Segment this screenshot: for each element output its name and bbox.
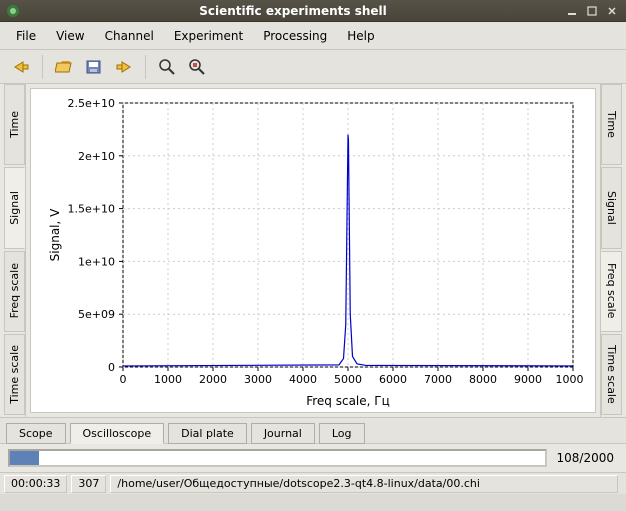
menubar: File View Channel Experiment Processing … [0, 22, 626, 50]
svg-text:1e+10: 1e+10 [78, 255, 115, 268]
bottom-tabs: Scope Oscilloscope Dial plate Journal Lo… [0, 418, 626, 444]
minimize-button[interactable] [564, 3, 580, 19]
statusbar: 00:00:33 307 /home/user/Общедоступные/do… [0, 472, 626, 494]
svg-text:0: 0 [120, 373, 127, 386]
svg-text:8000: 8000 [469, 373, 497, 386]
svg-text:2000: 2000 [199, 373, 227, 386]
status-time: 00:00:33 [4, 475, 67, 493]
svg-text:9000: 9000 [514, 373, 542, 386]
toolbar-separator [145, 55, 146, 79]
toolbar-separator [42, 55, 43, 79]
menu-experiment[interactable]: Experiment [164, 25, 253, 47]
tab-scope[interactable]: Scope [6, 423, 66, 444]
menu-help[interactable]: Help [337, 25, 384, 47]
left-tab-time-scale[interactable]: Time scale [4, 334, 25, 415]
tab-oscilloscope[interactable]: Oscilloscope [70, 423, 165, 444]
back-button[interactable] [6, 53, 36, 81]
svg-text:1000: 1000 [154, 373, 182, 386]
menu-channel[interactable]: Channel [95, 25, 164, 47]
svg-text:6000: 6000 [379, 373, 407, 386]
progress-bar[interactable] [8, 449, 547, 467]
save-button[interactable] [79, 53, 109, 81]
toolbar [0, 50, 626, 84]
left-tab-signal[interactable]: Signal [4, 167, 25, 248]
svg-text:7000: 7000 [424, 373, 452, 386]
plot-area[interactable]: 0 1000 2000 3000 4000 5000 6000 7000 8000 9000 100… [30, 88, 596, 413]
menu-file[interactable]: File [6, 25, 46, 47]
left-side-tabs: Time Signal Freq scale Time scale [4, 84, 26, 417]
right-tab-freq-scale[interactable]: Freq scale [601, 251, 622, 332]
svg-text:2e+10: 2e+10 [78, 149, 115, 162]
svg-text:2.5e+10: 2.5e+10 [68, 97, 115, 110]
svg-text:10000: 10000 [556, 373, 584, 386]
signal-chart: 0 1000 2000 3000 4000 5000 6000 7000 8000 9000 100… [43, 91, 583, 411]
window-title: Scientific experiments shell [26, 4, 560, 18]
svg-text:5000: 5000 [334, 373, 362, 386]
close-button[interactable] [604, 3, 620, 19]
tab-dial-plate[interactable]: Dial plate [168, 423, 247, 444]
workspace: Time Signal Freq scale Time scale 0 1000 2… [0, 84, 626, 418]
svg-text:1.5e+10: 1.5e+10 [68, 202, 115, 215]
svg-text:Freq scale, Гц: Freq scale, Гц [306, 394, 390, 408]
forward-button[interactable] [109, 53, 139, 81]
status-frame: 307 [71, 475, 106, 493]
tab-journal[interactable]: Journal [251, 423, 315, 444]
right-tab-time[interactable]: Time [601, 84, 622, 165]
window-titlebar: Scientific experiments shell [0, 0, 626, 22]
progress-row: 108/2000 [0, 444, 626, 472]
status-path: /home/user/Общедоступные/dotscope2.3-qt4… [110, 475, 618, 493]
left-tab-time[interactable]: Time [4, 84, 25, 165]
left-tab-freq-scale[interactable]: Freq scale [4, 251, 25, 332]
progress-label: 108/2000 [553, 451, 619, 465]
svg-text:4000: 4000 [289, 373, 317, 386]
right-tab-time-scale[interactable]: Time scale [601, 334, 622, 415]
svg-text:Signal, V: Signal, V [48, 207, 62, 260]
menu-processing[interactable]: Processing [253, 25, 337, 47]
app-icon [6, 4, 20, 18]
progress-fill [10, 451, 39, 465]
right-tab-signal[interactable]: Signal [601, 167, 622, 248]
menu-view[interactable]: View [46, 25, 94, 47]
svg-text:5e+09: 5e+09 [78, 308, 115, 321]
open-button[interactable] [49, 53, 79, 81]
maximize-button[interactable] [584, 3, 600, 19]
svg-text:3000: 3000 [244, 373, 272, 386]
settings-button[interactable] [182, 53, 212, 81]
tab-log[interactable]: Log [319, 423, 365, 444]
zoom-button[interactable] [152, 53, 182, 81]
right-side-tabs: Time Signal Freq scale Time scale [600, 84, 622, 417]
svg-text:0: 0 [108, 361, 115, 374]
